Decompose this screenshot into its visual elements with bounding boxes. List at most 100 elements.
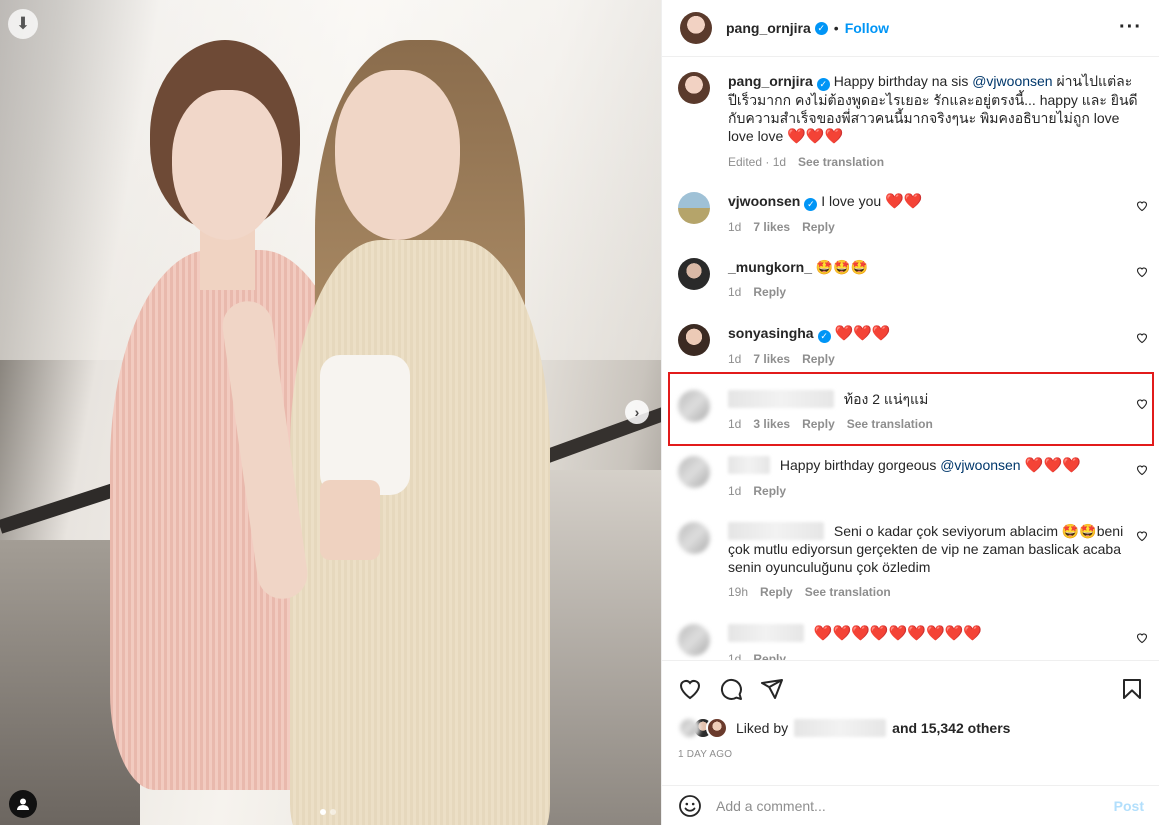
comment-meta: 19h Reply See translation: [728, 583, 1138, 601]
caption-avatar[interactable]: [678, 72, 710, 104]
comment-avatar[interactable]: [678, 258, 710, 290]
comment-avatar-blurred[interactable]: [678, 390, 710, 422]
comment-item: Happy birthday gorgeous @vjwoonsen ❤️❤️❤…: [678, 456, 1148, 500]
verified-icon: ✓: [816, 78, 830, 91]
heart-icon[interactable]: [1136, 332, 1148, 344]
caption-username[interactable]: pang_ornjira: [728, 73, 813, 89]
download-icon[interactable]: ⬇: [8, 9, 38, 39]
carousel-dot-active: [320, 809, 326, 815]
comment-avatar-blurred[interactable]: [678, 456, 710, 488]
author-avatar[interactable]: [680, 12, 712, 44]
heart-icon[interactable]: [1136, 200, 1148, 212]
comment-body: _mungkorn_ 🤩🤩🤩 1d Reply: [728, 258, 1138, 301]
comment-username[interactable]: sonyasingha: [728, 325, 814, 341]
heart-icon[interactable]: [1136, 530, 1148, 542]
comment-body: vjwoonsen ✓ I love you ❤️❤️ 1d 7 likes Re…: [728, 192, 1138, 236]
comment-body: ❤️❤️❤️❤️❤️❤️❤️❤️❤️ 1d Reply: [728, 624, 1138, 660]
comment-text: 🤩🤩🤩: [815, 259, 869, 275]
post-header: pang_ornjira ✓ • Follow ···: [662, 0, 1159, 57]
post-timestamp[interactable]: 1 DAY AGO: [678, 749, 732, 760]
comment-body: ท้อง 2 แน่ๆแม่ 1d 3 likes Reply See tran…: [728, 390, 1138, 433]
bookmark-icon[interactable]: [1120, 677, 1144, 701]
caption-mention[interactable]: @vjwoonsen: [972, 73, 1052, 89]
comment-meta: 1d Reply: [728, 283, 1138, 301]
comment-time: 1d: [728, 484, 742, 498]
reply-button[interactable]: Reply: [802, 350, 835, 368]
comment-item-highlighted: ท้อง 2 แน่ๆแม่ 1d 3 likes Reply See tran…: [678, 390, 1148, 433]
person-right-midriff: [320, 480, 380, 560]
comment-username[interactable]: vjwoonsen: [728, 193, 800, 209]
comment-time: 1d: [728, 285, 742, 299]
heart-icon[interactable]: [1136, 464, 1148, 476]
heart-icon[interactable]: [1136, 398, 1148, 410]
caption: pang_ornjira ✓ Happy birthday na sis @vjw…: [678, 72, 1148, 171]
comment-likes[interactable]: 3 likes: [753, 415, 790, 433]
see-translation-button[interactable]: See translation: [847, 415, 933, 433]
comment-username-blurred[interactable]: [728, 390, 834, 408]
author-username[interactable]: pang_ornjira: [726, 20, 811, 36]
carousel-dots: [320, 809, 336, 815]
likes-count[interactable]: and 15,342 others: [892, 720, 1010, 736]
heart-icon[interactable]: [678, 677, 702, 701]
user-tag-glyph: [17, 798, 29, 810]
reply-button[interactable]: Reply: [760, 583, 793, 601]
liker-username-blurred[interactable]: [794, 719, 887, 737]
liker-avatar-blurred[interactable]: [678, 717, 700, 739]
reply-button[interactable]: Reply: [802, 218, 835, 236]
comment-composer: Post: [662, 785, 1159, 825]
reply-button[interactable]: Reply: [753, 650, 786, 660]
comment-item: ❤️❤️❤️❤️❤️❤️❤️❤️❤️ 1d Reply: [678, 624, 1148, 660]
comment-meta: 1d Reply: [728, 650, 1138, 660]
comment-body: sonyasingha ✓ ❤️❤️❤️ 1d 7 likes Reply: [728, 324, 1138, 368]
carousel-dot: [330, 809, 336, 815]
reply-button[interactable]: Reply: [802, 415, 835, 433]
follow-button[interactable]: Follow: [845, 20, 889, 36]
caption-see-translation[interactable]: See translation: [798, 153, 884, 171]
heart-icon[interactable]: [1136, 632, 1148, 644]
comment-username-blurred[interactable]: [728, 522, 824, 540]
comment-text: I love you: [821, 193, 886, 209]
comment-avatar[interactable]: [678, 324, 710, 356]
reply-button[interactable]: Reply: [753, 482, 786, 500]
comment-avatar-blurred[interactable]: [678, 522, 710, 554]
comment-avatar[interactable]: [678, 192, 710, 224]
comment-item: _mungkorn_ 🤩🤩🤩 1d Reply: [678, 258, 1148, 301]
comment-avatar-blurred[interactable]: [678, 624, 710, 656]
verified-icon: ✓: [817, 330, 831, 343]
comment-hearts: ❤️❤️❤️: [1020, 457, 1081, 474]
comment-icon[interactable]: [719, 677, 743, 701]
caption-body: pang_ornjira ✓ Happy birthday na sis @vjw…: [728, 72, 1138, 171]
reply-button[interactable]: Reply: [753, 283, 786, 301]
comment-body: Seni o kadar çok seviyorum ablacim 🤩🤩ben…: [728, 522, 1138, 601]
see-translation-button[interactable]: See translation: [805, 583, 891, 601]
header-separator: •: [833, 20, 839, 36]
verified-icon: ✓: [814, 21, 828, 35]
comment-mention[interactable]: @vjwoonsen: [940, 457, 1020, 473]
comment-meta: 1d 7 likes Reply: [728, 350, 1138, 368]
post-button[interactable]: Post: [1114, 798, 1144, 814]
instagram-post-view: ⬇ › pang_ornjira ✓ • Follow ··· pang_orn…: [0, 0, 1159, 825]
comment-username-blurred[interactable]: [728, 624, 804, 642]
emoji-icon[interactable]: [678, 794, 702, 818]
comment-likes[interactable]: 7 likes: [753, 218, 790, 236]
share-icon[interactable]: [760, 677, 784, 701]
comment-item: vjwoonsen ✓ I love you ❤️❤️ 1d 7 likes Re…: [678, 192, 1148, 236]
heart-icon[interactable]: [1136, 266, 1148, 278]
more-horizontal-icon[interactable]: ···: [1119, 16, 1142, 39]
user-tag-icon[interactable]: [9, 790, 37, 818]
comment-input[interactable]: [716, 798, 1096, 814]
chevron-right-icon[interactable]: ›: [625, 400, 649, 424]
caption-hearts: ❤️❤️❤️: [787, 128, 844, 145]
comment-likes[interactable]: 7 likes: [753, 350, 790, 368]
comments-feed[interactable]: pang_ornjira ✓ Happy birthday na sis @vjw…: [662, 58, 1159, 660]
liker-avatar[interactable]: [706, 717, 728, 739]
post-photo[interactable]: ⬇ ›: [0, 0, 661, 825]
caption-meta: Edited · 1d See translation: [728, 153, 1138, 171]
comment-meta: 1d 3 likes Reply See translation: [728, 415, 1138, 433]
caption-text-part-1: Happy birthday na sis: [833, 73, 973, 89]
comment-meta: 1d Reply: [728, 482, 1138, 500]
comment-time: 19h: [728, 585, 749, 599]
comment-time: 1d: [728, 352, 742, 366]
comment-username-blurred[interactable]: [728, 456, 770, 474]
comment-username[interactable]: _mungkorn_: [728, 259, 812, 275]
